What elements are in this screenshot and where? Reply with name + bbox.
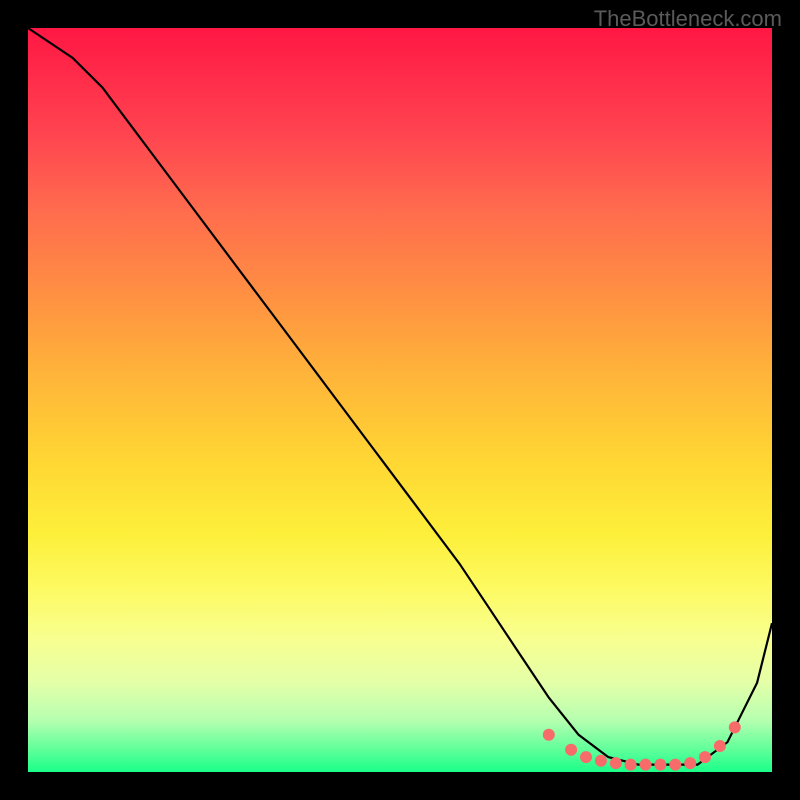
highlight-marker bbox=[543, 729, 555, 741]
chart-gradient-background bbox=[28, 28, 772, 772]
highlight-marker bbox=[640, 759, 652, 771]
highlight-marker bbox=[684, 757, 696, 769]
highlight-marker bbox=[669, 759, 681, 771]
highlight-marker bbox=[729, 721, 741, 733]
highlight-marker bbox=[565, 744, 577, 756]
highlight-marker bbox=[654, 759, 666, 771]
bottleneck-line-chart bbox=[28, 28, 772, 772]
highlight-marker bbox=[580, 751, 592, 763]
bottleneck-curve-line bbox=[28, 28, 772, 765]
highlight-marker bbox=[610, 757, 622, 769]
highlight-marker bbox=[699, 751, 711, 763]
highlight-marker bbox=[595, 755, 607, 767]
highlight-marker bbox=[714, 740, 726, 752]
highlight-marker bbox=[625, 759, 637, 771]
attribution-text: TheBottleneck.com bbox=[594, 6, 782, 32]
